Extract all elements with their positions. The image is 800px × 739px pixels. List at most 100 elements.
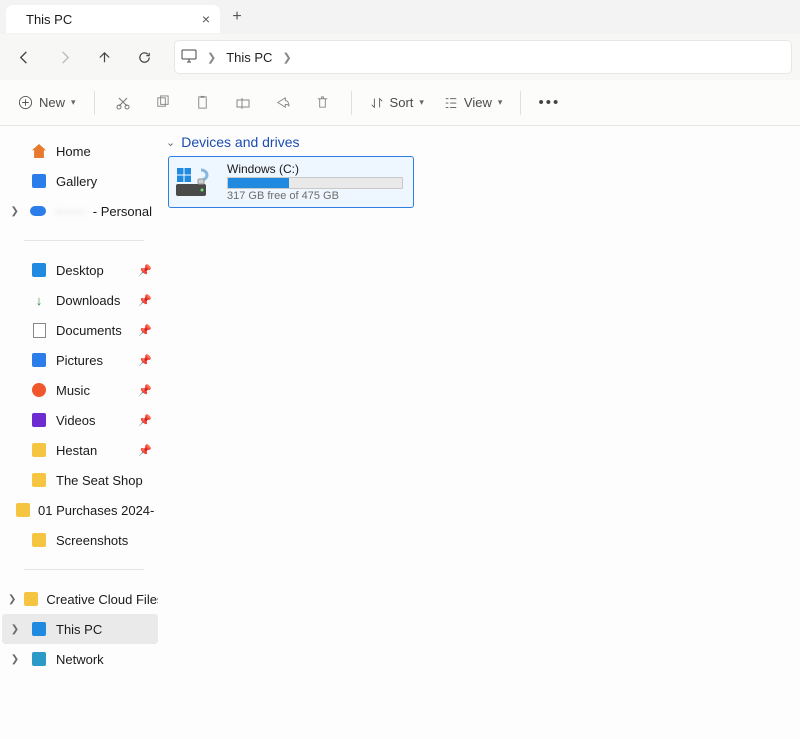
drive-tile-c[interactable]: Windows (C:) 317 GB free of 475 GB: [168, 156, 414, 208]
gallery-icon: [30, 172, 48, 190]
sort-label: Sort: [390, 95, 414, 110]
document-icon: [30, 321, 48, 339]
sidebar-item-label: Creative Cloud Files: [46, 592, 158, 607]
nav-bar: ❯ This PC ❯: [0, 34, 800, 80]
sidebar-item-desktop[interactable]: Desktop 📌: [2, 255, 158, 285]
copy-button[interactable]: [145, 87, 181, 119]
delete-button[interactable]: [305, 87, 341, 119]
divider: [351, 91, 352, 115]
folder-icon: [30, 531, 48, 549]
drive-info: Windows (C:) 317 GB free of 475 GB: [227, 162, 403, 202]
refresh-button[interactable]: [128, 41, 160, 73]
chevron-down-icon: ⌄: [166, 136, 175, 149]
pin-icon: 📌: [138, 264, 152, 277]
plus-circle-icon: [18, 95, 33, 110]
section-header-label: Devices and drives: [181, 134, 299, 150]
sidebar-item-label: Videos: [56, 413, 96, 428]
sidebar-item-folder[interactable]: Screenshots: [2, 525, 158, 555]
sidebar-item-onedrive[interactable]: ❯······· - Personal: [2, 196, 158, 226]
chevron-down-icon: ▾: [498, 97, 503, 108]
view-icon: [444, 96, 458, 110]
sidebar-item-gallery[interactable]: Gallery: [2, 166, 158, 196]
sidebar-item-label: Downloads: [56, 293, 120, 308]
folder-icon: [30, 441, 48, 459]
content-pane: ⌄ Devices and drives Windows (C:) 317 GB…: [158, 126, 800, 739]
pin-icon: 📌: [138, 294, 152, 307]
close-icon[interactable]: ×: [202, 12, 210, 26]
sidebar-item-label: Music: [56, 383, 90, 398]
sidebar-item-folder[interactable]: 01 Purchases 2024-: [2, 495, 158, 525]
drive-icon: [175, 164, 217, 200]
address-bar[interactable]: ❯ This PC ❯: [174, 40, 792, 74]
cloud-icon: [29, 202, 46, 220]
sidebar-item-label: 01 Purchases 2024-: [38, 503, 154, 518]
sidebar-item-folder[interactable]: The Seat Shop: [2, 465, 158, 495]
forward-button[interactable]: [48, 41, 80, 73]
sidebar-item-music[interactable]: Music 📌: [2, 375, 158, 405]
share-button[interactable]: [265, 87, 301, 119]
sidebar-item-creative-cloud[interactable]: ❯ Creative Cloud Files: [2, 584, 158, 614]
cut-button[interactable]: [105, 87, 141, 119]
pictures-icon: [30, 351, 48, 369]
sort-button[interactable]: Sort ▾: [362, 87, 432, 119]
chevron-right-icon[interactable]: ❯: [8, 654, 22, 665]
divider: [24, 569, 144, 570]
sidebar-item-label: This PC: [56, 622, 102, 637]
sidebar-item-label: Desktop: [56, 263, 104, 278]
folder-icon: [24, 590, 38, 608]
music-icon: [30, 381, 48, 399]
sidebar-item-label: ·······: [54, 204, 84, 219]
divider: [94, 91, 95, 115]
breadcrumb-this-pc[interactable]: This PC: [226, 50, 272, 65]
command-bar: New ▾ Sort ▾ View ▾ •••: [0, 80, 800, 126]
chevron-down-icon: ▾: [71, 97, 76, 108]
chevron-right-icon[interactable]: ❯: [8, 624, 22, 635]
chevron-right-icon[interactable]: ❯: [8, 206, 21, 217]
divider: [520, 91, 521, 115]
monitor-icon: [30, 620, 48, 638]
folder-icon: [16, 501, 30, 519]
sidebar-item-label: The Seat Shop: [56, 473, 143, 488]
download-icon: ↓: [30, 291, 48, 309]
nav-pane: Home Gallery ❯······· - Personal Desktop…: [0, 126, 158, 739]
desktop-icon: [30, 261, 48, 279]
sidebar-item-network[interactable]: ❯ Network: [2, 644, 158, 674]
rename-button[interactable]: [225, 87, 261, 119]
sidebar-item-pictures[interactable]: Pictures📌: [2, 345, 158, 375]
section-header-devices[interactable]: ⌄ Devices and drives: [166, 134, 790, 150]
sidebar-item-folder[interactable]: Hestan📌: [2, 435, 158, 465]
drive-usage-fill: [228, 178, 289, 188]
ellipsis-icon: •••: [539, 94, 561, 111]
sidebar-item-label: Network: [56, 652, 104, 667]
more-button[interactable]: •••: [531, 87, 567, 119]
new-tab-button[interactable]: +: [220, 8, 254, 26]
monitor-icon: [181, 49, 197, 66]
main-area: Home Gallery ❯······· - Personal Desktop…: [0, 126, 800, 739]
tab-title: This PC: [26, 12, 72, 27]
view-button[interactable]: View ▾: [436, 87, 510, 119]
view-label: View: [464, 95, 492, 110]
pin-icon: 📌: [138, 414, 152, 427]
sidebar-item-documents[interactable]: Documents📌: [2, 315, 158, 345]
sidebar-item-this-pc[interactable]: ❯ This PC: [2, 614, 158, 644]
drive-name: Windows (C:): [227, 162, 403, 176]
pin-icon: 📌: [138, 384, 152, 397]
sidebar-item-label: Pictures: [56, 353, 103, 368]
up-button[interactable]: [88, 41, 120, 73]
back-button[interactable]: [8, 41, 40, 73]
videos-icon: [30, 411, 48, 429]
chevron-right-icon[interactable]: ❯: [282, 51, 291, 64]
pin-icon: 📌: [138, 324, 152, 337]
chevron-right-icon[interactable]: ❯: [207, 51, 216, 64]
sort-icon: [370, 96, 384, 110]
paste-button[interactable]: [185, 87, 221, 119]
sidebar-item-home[interactable]: Home: [2, 136, 158, 166]
sidebar-item-label: Gallery: [56, 174, 97, 189]
tab-this-pc[interactable]: This PC ×: [6, 5, 220, 33]
sidebar-item-label: Screenshots: [56, 533, 128, 548]
divider: [24, 240, 144, 241]
new-button[interactable]: New ▾: [10, 87, 84, 119]
chevron-right-icon[interactable]: ❯: [8, 594, 16, 605]
sidebar-item-downloads[interactable]: ↓ Downloads 📌: [2, 285, 158, 315]
sidebar-item-videos[interactable]: Videos 📌: [2, 405, 158, 435]
